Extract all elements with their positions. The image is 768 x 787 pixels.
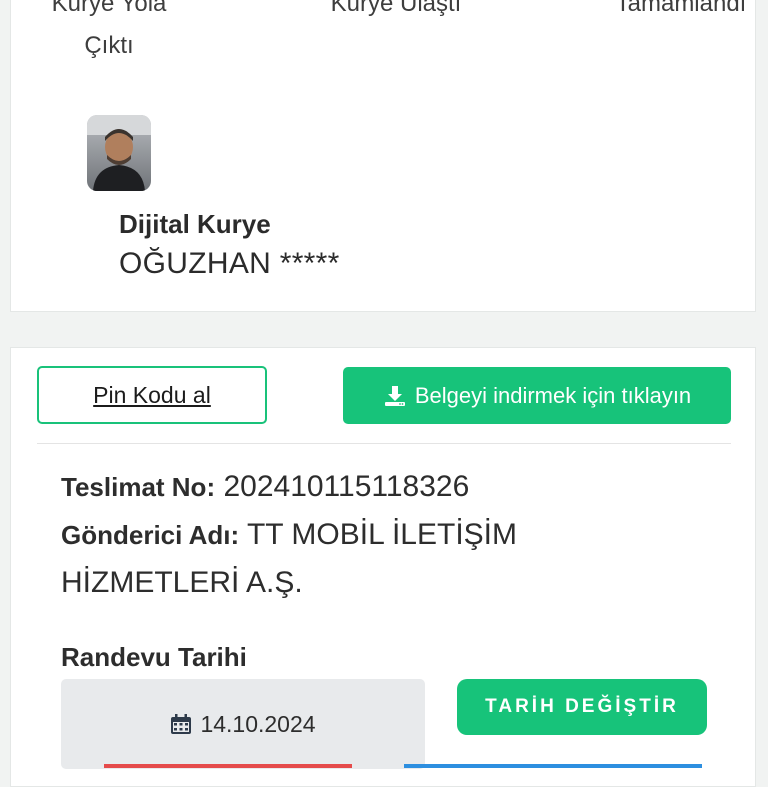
step-completed: Tamamlandı [615,0,747,17]
action-button-edge[interactable] [404,764,702,768]
get-pin-button[interactable]: Pin Kodu al [37,366,267,424]
delivery-number-row: Teslimat No: 202410115118326 [61,470,469,504]
step-arrived: Kurye Ulaştı [330,0,462,17]
courier-name: OĞUZHAN ***** [119,247,340,280]
sender-row: Gönderici Adı: TT MOBİL İLETİŞİM [61,518,517,552]
cancel-button-edge[interactable] [104,764,352,768]
courier-avatar [87,115,151,191]
download-document-button[interactable]: Belgeyi indirmek için tıklayın [343,367,731,424]
courier-status-card: Kurye Yola Çıktı Kurye Ulaştı Tamamlandı… [10,0,756,312]
sender-label: Gönderici Adı: [61,520,240,550]
appointment-date-label: Randevu Tarihi [61,642,247,672]
sender-value-line1: TT MOBİL İLETİŞİM [246,518,517,551]
courier-role: Dijital Kurye [119,209,271,239]
download-icon [384,385,405,406]
delivery-number-value: 202410115118326 [223,470,470,503]
delivery-card: Pin Kodu al Belgeyi indirmek için tıklay… [10,347,756,787]
divider [37,443,731,444]
delivery-number-label: Teslimat No: [61,472,216,502]
download-document-label: Belgeyi indirmek için tıklayın [414,382,692,408]
step-on-the-way: Kurye Yola Çıktı [51,0,167,59]
appointment-date-field[interactable]: 14.10.2024 [61,679,425,769]
change-date-button[interactable]: TARİH DEĞİŞTİR [457,679,707,735]
calendar-icon [171,714,192,734]
sender-value-line2: HİZMETLERİ A.Ş. [61,566,303,599]
appointment-date-value: 14.10.2024 [200,710,316,737]
